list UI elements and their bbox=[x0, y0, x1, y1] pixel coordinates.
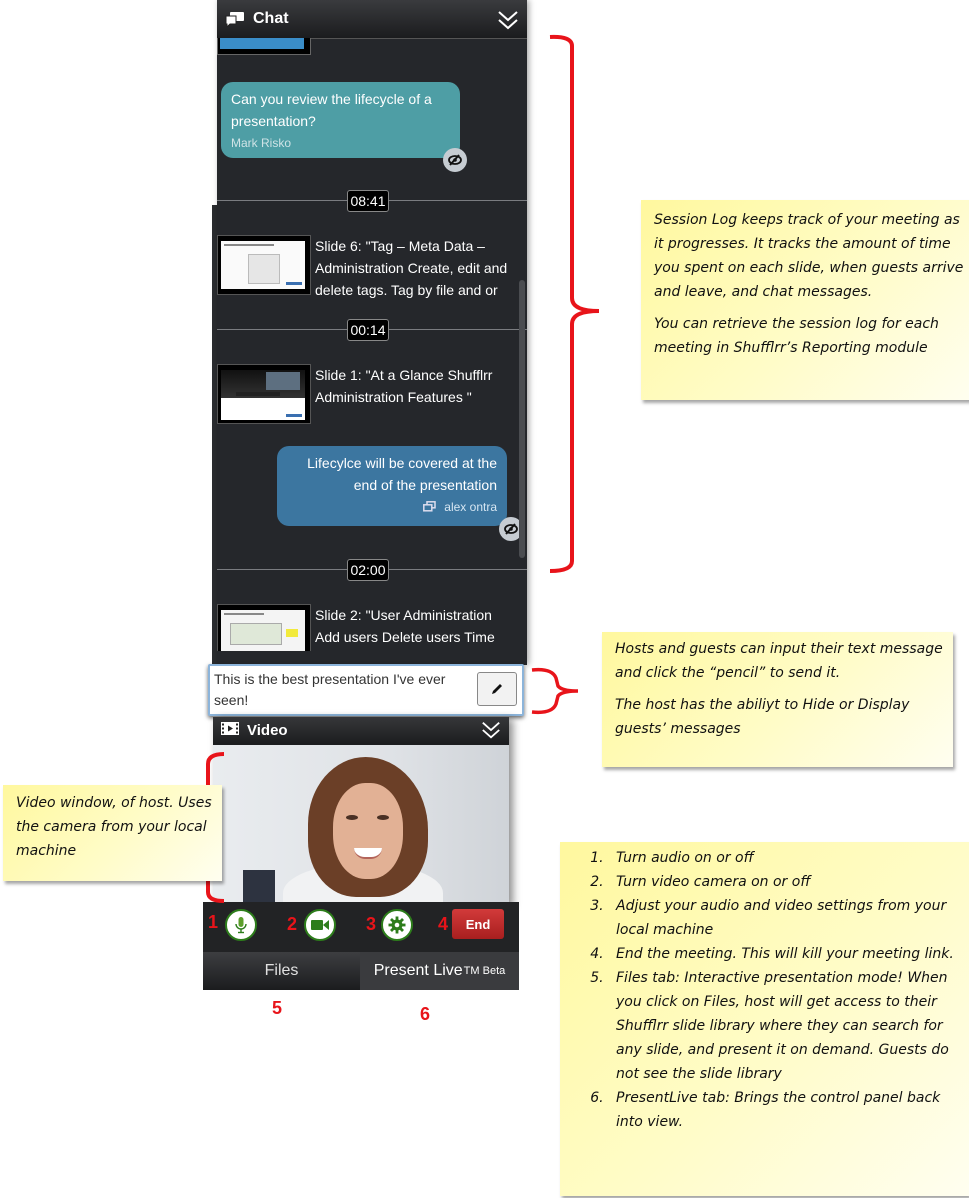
time-stamp: 00:14 bbox=[347, 319, 389, 341]
settings-button[interactable] bbox=[381, 909, 413, 941]
slide-description: Slide 2: "User Administration Add users … bbox=[315, 607, 495, 645]
annotation-number: 1 bbox=[208, 912, 219, 932]
send-message-button[interactable] bbox=[477, 672, 517, 706]
chat-panel: Chat Can you review the lifecycle of a p… bbox=[217, 0, 527, 665]
tab-present-live[interactable]: Present Live TM Beta bbox=[360, 952, 519, 990]
time-divider: 00:14 bbox=[217, 319, 527, 341]
slide-log-entry: Slide 1: "At a Glance Shufflrr Administr… bbox=[217, 364, 527, 426]
message-text: Can you review the lifecycle of a presen… bbox=[231, 91, 432, 129]
message-text: Lifecylce will be covered at the end of … bbox=[307, 455, 497, 493]
chat-scrollbar[interactable] bbox=[519, 280, 525, 558]
slide-thumbnail bbox=[217, 364, 311, 424]
video-header: Video bbox=[213, 717, 509, 744]
hide-message-button[interactable] bbox=[443, 148, 467, 172]
film-icon bbox=[221, 722, 239, 739]
callout-controls: Turn audio on or off Turn video camera o… bbox=[560, 842, 969, 1196]
eye-slash-icon bbox=[448, 154, 462, 166]
time-divider: 08:41 bbox=[217, 190, 527, 212]
chat-bubbles-icon bbox=[225, 11, 245, 29]
annotation-number: 5 bbox=[272, 998, 283, 1018]
brace-chat-input bbox=[531, 667, 579, 715]
callout-video-window: Video window, of host. Uses the camera f… bbox=[3, 785, 222, 881]
controls-explanation-list: Turn audio on or off Turn video camera o… bbox=[566, 846, 964, 1134]
brace-session-log bbox=[549, 34, 600, 573]
eye-slash-icon bbox=[504, 523, 518, 535]
message-author: alex ontra bbox=[287, 496, 497, 519]
annotation-number: 4 bbox=[438, 914, 449, 934]
callout-session-log: Session Log keeps track of your meeting … bbox=[641, 200, 969, 400]
chat-message-input[interactable] bbox=[214, 669, 464, 709]
end-meeting-button[interactable]: End bbox=[452, 909, 504, 939]
message-author: Mark Risko bbox=[231, 136, 292, 150]
tab-files[interactable]: Files bbox=[203, 952, 360, 990]
chevron-double-down-icon[interactable] bbox=[497, 9, 519, 31]
chat-title: Chat bbox=[253, 10, 289, 27]
chat-message-guest: Can you review the lifecycle of a presen… bbox=[221, 82, 460, 158]
meeting-controls: End bbox=[203, 902, 519, 952]
video-camera-icon bbox=[311, 920, 329, 930]
chat-input-container bbox=[208, 664, 524, 716]
pencil-icon bbox=[492, 684, 502, 694]
audio-toggle-button[interactable] bbox=[225, 909, 257, 941]
popout-icon bbox=[423, 497, 437, 519]
chevron-double-down-icon[interactable] bbox=[481, 720, 501, 744]
time-stamp: 08:41 bbox=[347, 190, 389, 212]
annotation-number: 2 bbox=[287, 914, 298, 934]
host-video-feed bbox=[213, 745, 509, 905]
bottom-tabs: Files Present Live TM Beta bbox=[203, 952, 519, 990]
annotation-number: 3 bbox=[366, 914, 377, 934]
annotation-number: 6 bbox=[420, 1004, 431, 1024]
video-panel: Video bbox=[213, 717, 509, 905]
slide-description: Slide 1: "At a Glance Shufflrr Administr… bbox=[315, 367, 493, 405]
slide-thumbnail bbox=[217, 235, 311, 295]
chat-message-host: Lifecylce will be covered at the end of … bbox=[277, 446, 507, 526]
chat-header: Chat bbox=[217, 0, 527, 39]
slide-thumbnail-partial bbox=[217, 38, 311, 55]
gear-icon bbox=[388, 916, 406, 934]
slide-log-entry: Slide 2: "User Administration Add users … bbox=[217, 604, 527, 665]
callout-chat-input: Hosts and guests can input their text me… bbox=[602, 632, 953, 767]
microphone-icon bbox=[235, 917, 247, 934]
time-divider: 02:00 bbox=[217, 559, 527, 581]
slide-log-entry: Slide 6: "Tag – Meta Data – Administrati… bbox=[217, 235, 527, 298]
slide-thumbnail bbox=[217, 604, 311, 651]
time-stamp: 02:00 bbox=[347, 559, 389, 581]
slide-description: Slide 6: "Tag – Meta Data – Administrati… bbox=[315, 238, 508, 298]
video-toggle-button[interactable] bbox=[304, 909, 336, 941]
video-title: Video bbox=[247, 722, 288, 739]
